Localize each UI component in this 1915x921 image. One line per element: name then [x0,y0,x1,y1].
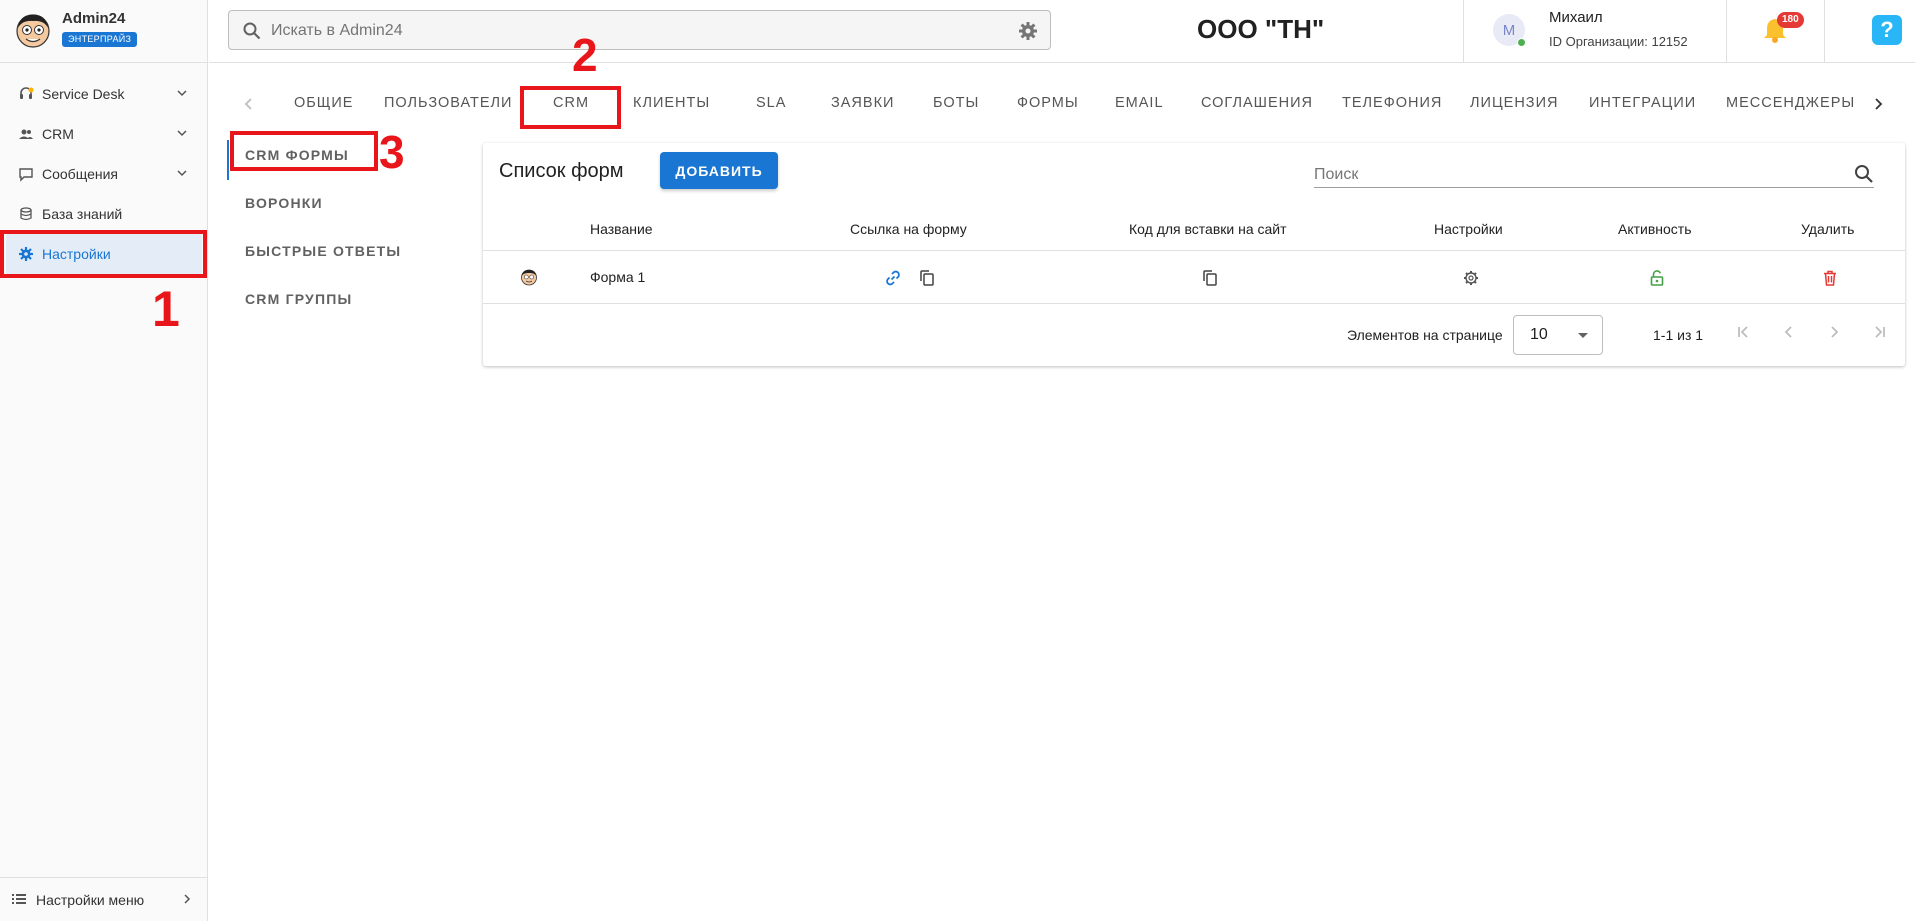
organization-title: ООО "ТН" [1197,14,1325,44]
submenu-quick-replies[interactable]: БЫСТРЫЕ ОТВЕТЫ [245,243,401,259]
column-header-activity: Активность [1618,221,1692,237]
table-row: Форма 1 [483,251,1905,304]
column-header-name: Название [590,221,653,237]
sidebar-item-service-desk[interactable]: Service Desk [0,74,208,114]
database-icon [18,206,34,222]
search-placeholder: Искать в Admin24 [271,22,403,39]
next-page-icon[interactable] [1825,323,1843,341]
tab-general[interactable]: ОБЩИЕ [294,95,353,111]
forms-list-title: Список форм [499,160,624,182]
annotation-number-2: 2 [572,29,598,81]
search-settings-gear-icon[interactable] [1018,21,1038,41]
items-per-page-select[interactable]: 10 [1513,315,1603,355]
annotation-box-2 [520,86,621,129]
search-icon[interactable] [1854,164,1874,184]
tab-tickets[interactable]: ЗАЯВКИ [831,95,894,111]
tab-email[interactable]: EMAIL [1115,95,1164,111]
column-header-embed-code: Код для вставки на сайт [1129,221,1287,237]
last-page-icon[interactable] [1870,323,1888,341]
tab-users[interactable]: ПОЛЬЗОВАТЕЛИ [384,95,512,111]
annotation-box-3 [230,131,378,171]
forms-list-card: Список форм ДОБАВИТЬ Поиск Название Ссыл… [483,143,1905,366]
sidebar-item-messages[interactable]: Сообщения [0,154,208,194]
search-icon [243,22,261,40]
forms-search-input[interactable]: Поиск [1314,164,1874,188]
submenu-active-indicator [227,140,229,180]
notifications-count-badge: 180 [1777,12,1804,28]
user-name[interactable]: Михаил [1549,9,1603,26]
app-name: Admin24 [62,10,126,27]
organization-id: ID Организации: 12152 [1549,34,1688,49]
chat-icon [18,166,34,182]
column-header-form-link: Ссылка на форму [850,221,967,237]
divider [1824,0,1825,63]
annotation-number-3: 3 [379,126,405,178]
chevron-right-icon [184,894,191,904]
divider [1463,0,1464,63]
pagination: Элементов на странице 10 1-1 из 1 [483,304,1905,366]
tab-agreements[interactable]: СОГЛАШЕНИЯ [1201,95,1313,111]
tab-clients[interactable]: КЛИЕНТЫ [633,95,710,111]
tab-forms[interactable]: ФОРМЫ [1017,95,1079,111]
sidebar: Admin24 ЭНТЕРПРАЙЗ Service Desk CRM Сооб… [0,0,208,921]
submenu-funnels[interactable]: ВОРОНКИ [245,195,323,211]
users-icon [18,126,34,142]
delete-trash-icon[interactable] [1821,269,1839,287]
first-page-icon[interactable] [1735,323,1753,341]
link-icon[interactable] [884,269,902,287]
online-status-dot [1517,38,1526,47]
tab-bots[interactable]: БОТЫ [933,95,979,111]
annotation-number-1: 1 [152,281,180,337]
help-button[interactable]: ? [1872,15,1902,45]
sidebar-item-label: Service Desk [42,86,125,102]
form-name[interactable]: Форма 1 [590,269,645,285]
sidebar-item-label: Сообщения [42,166,118,182]
submenu-crm-groups[interactable]: CRM ГРУППЫ [245,291,352,307]
brand-header: Admin24 ЭНТЕРПРАЙЗ [0,0,208,63]
plan-badge: ЭНТЕРПРАЙЗ [62,32,138,47]
divider [1726,0,1727,63]
sidebar-item-label: CRM [42,126,74,142]
sidebar-item-crm[interactable]: CRM [0,114,208,154]
items-per-page-value: 10 [1530,326,1548,343]
table-header: Название Ссылка на форму Код для вставки… [483,207,1905,251]
annotation-box-1 [0,230,207,278]
topbar: Искать в Admin24 ООО "ТН" М Михаил ID Ор… [209,0,1915,63]
chevron-down-icon [177,90,187,97]
column-header-settings: Настройки [1434,221,1503,237]
tab-messengers[interactable]: МЕССЕНДЖЕРЫ [1726,95,1855,111]
tab-license[interactable]: ЛИЦЕНЗИЯ [1470,95,1558,111]
tabs-scroll-left-icon[interactable] [242,93,256,115]
tab-integrations[interactable]: ИНТЕГРАЦИИ [1589,95,1696,111]
dropdown-arrow-icon [1578,333,1588,338]
sidebar-item-label: База знаний [42,206,123,222]
headset-icon [18,86,34,102]
chevron-down-icon [177,170,187,177]
tabs-scroll-right-icon[interactable] [1871,93,1885,115]
list-icon [12,892,28,908]
copy-link-icon[interactable] [918,269,936,287]
copy-embed-code-icon[interactable] [1201,269,1219,287]
tab-sla[interactable]: SLA [756,95,786,111]
unlock-activity-icon[interactable] [1648,269,1666,287]
form-settings-gear-icon[interactable] [1462,269,1480,287]
forms-search-placeholder: Поиск [1314,166,1359,183]
column-header-delete: Удалить [1801,221,1855,237]
global-search-input[interactable]: Искать в Admin24 [228,10,1051,50]
previous-page-icon[interactable] [1780,323,1798,341]
avatar-logo-icon [16,14,50,48]
menu-settings-label: Настройки меню [36,891,145,908]
sidebar-item-knowledge-base[interactable]: База знаний [0,194,208,234]
tab-telephony[interactable]: ТЕЛЕФОНИЯ [1342,95,1442,111]
chevron-down-icon [177,130,187,137]
add-form-button[interactable]: ДОБАВИТЬ [660,152,778,189]
items-per-page-label: Элементов на странице [1347,327,1503,343]
pagination-range: 1-1 из 1 [1653,327,1704,343]
menu-settings-button[interactable]: Настройки меню [0,877,208,921]
form-avatar-icon [521,269,537,286]
settings-tabs: ОБЩИЕ ПОЛЬЗОВАТЕЛИ CRM КЛИЕНТЫ SLA ЗАЯВК… [209,78,1915,128]
